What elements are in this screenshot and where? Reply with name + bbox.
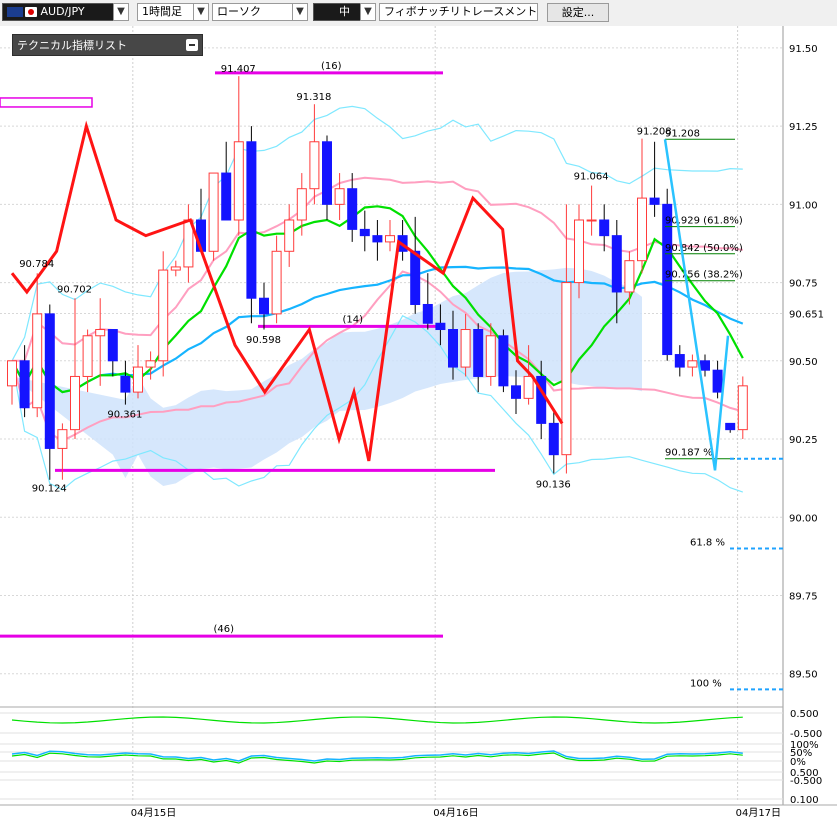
candle-body <box>359 228 370 237</box>
price-tick-label: 91.50 <box>789 44 818 55</box>
candle-body <box>19 360 30 409</box>
price-peak-label: 90.784 <box>19 259 54 270</box>
candle-body <box>259 297 269 315</box>
price-peak-label: 91.318 <box>296 92 331 103</box>
candle-body <box>561 282 572 456</box>
candle-body <box>498 335 509 387</box>
date-tick-label: 04月15日 <box>131 807 176 819</box>
date-tick-label: 04月16日 <box>433 807 478 819</box>
fib-level-label: 90.756 (38.2%) <box>665 270 743 281</box>
candle-body <box>233 141 244 221</box>
price-tick-label: 90.50 <box>789 357 818 368</box>
candle-body <box>737 385 748 431</box>
indicator-list-title: テクニカル指標リスト <box>17 39 127 52</box>
candle-body <box>372 235 383 243</box>
candle-body <box>70 375 80 431</box>
candle-body <box>347 188 358 230</box>
price-peak-label: 91.208 <box>637 126 672 137</box>
candle-body <box>687 360 698 368</box>
candle-body <box>410 250 421 305</box>
candle-body <box>712 369 723 393</box>
candle-body <box>611 235 622 293</box>
candle-body <box>246 141 257 299</box>
candle-body <box>649 197 660 205</box>
candle-body <box>107 329 118 362</box>
price-chart[interactable]: 91.50 91.25 91.00 90.75 90.651 90.50 90.25 90.0… <box>0 0 837 821</box>
price-peak-label: 91.407 <box>221 64 256 75</box>
candle-body <box>725 422 736 431</box>
candle-body <box>309 141 320 190</box>
price-peak-label: 90.702 <box>57 285 92 296</box>
fib-level-label: 90.187 % <box>665 448 713 459</box>
price-tick-label: 91.25 <box>789 122 818 133</box>
candle-body <box>82 335 93 377</box>
candle-body <box>208 172 219 252</box>
minimize-icon[interactable] <box>186 39 198 51</box>
candle-body <box>322 141 332 205</box>
price-tick-label: 89.50 <box>789 670 818 681</box>
oscillator-tick-label: -0.500 <box>790 729 822 740</box>
candle-body <box>637 197 647 262</box>
candle-body <box>158 269 169 362</box>
oscillator-tick-label: 0.500 <box>790 709 819 720</box>
fib-level-label: 90.842 (50.0%) <box>665 243 743 254</box>
price-tick-label: 89.75 <box>789 591 818 602</box>
candle-body <box>624 260 635 293</box>
price-peak-label: 91.064 <box>574 171 609 182</box>
price-peak-label: 90.136 <box>536 480 571 491</box>
support-resistance-label: (14) <box>343 314 364 325</box>
candle-body <box>523 375 534 399</box>
candle-body <box>145 360 156 368</box>
price-tick-label: 91.00 <box>789 200 818 211</box>
price-peak-label: 90.124 <box>32 483 67 494</box>
fib-level-label: 61.8 % <box>690 538 725 549</box>
price-tick-label: 90.00 <box>789 513 818 524</box>
candle-body <box>271 250 282 315</box>
candle-body <box>435 322 446 331</box>
price-tick-label: 90.75 <box>789 279 818 290</box>
candle-body <box>700 360 710 371</box>
candle-body <box>548 422 559 456</box>
candle-body <box>385 235 395 243</box>
support-resistance-label: (46) <box>214 624 235 635</box>
candle-body <box>485 335 496 377</box>
fib-level-label: 100 % <box>690 678 722 689</box>
price-peak-label: 90.598 <box>246 335 281 346</box>
candle-body <box>7 360 17 387</box>
candle-body <box>574 219 584 284</box>
candle-body <box>674 354 685 368</box>
candle-body <box>448 329 458 368</box>
indicator-list-panel[interactable]: テクニカル指標リスト <box>12 34 203 56</box>
candle-body <box>296 188 307 221</box>
candle-body <box>422 303 433 324</box>
candle-body <box>511 385 521 399</box>
oscillator-tick-label: -0.500 <box>790 776 822 787</box>
candle-body <box>473 329 484 377</box>
candle-body <box>586 219 597 222</box>
candle-body <box>170 266 181 271</box>
candle-body <box>57 429 68 449</box>
candle-body <box>284 219 295 252</box>
support-resistance-label: (16) <box>321 61 342 72</box>
oscillator-tick-label: 0.100 <box>790 795 819 806</box>
candle-body <box>95 329 106 337</box>
candle-body <box>120 375 131 393</box>
candle-body <box>133 366 143 393</box>
candle-body <box>221 172 232 221</box>
date-tick-label: 04月17日 <box>736 807 781 819</box>
candle-body <box>44 313 55 449</box>
candle-body <box>334 188 345 205</box>
price-tick-label: 90.25 <box>789 435 818 446</box>
candle-body <box>460 329 471 368</box>
candle-body <box>32 313 43 409</box>
oscillator-tick-label: 0% <box>790 757 806 768</box>
price-peak-label: 90.361 <box>107 409 142 420</box>
price-tick-label: 90.651 <box>789 310 824 321</box>
candle-body <box>599 219 610 237</box>
